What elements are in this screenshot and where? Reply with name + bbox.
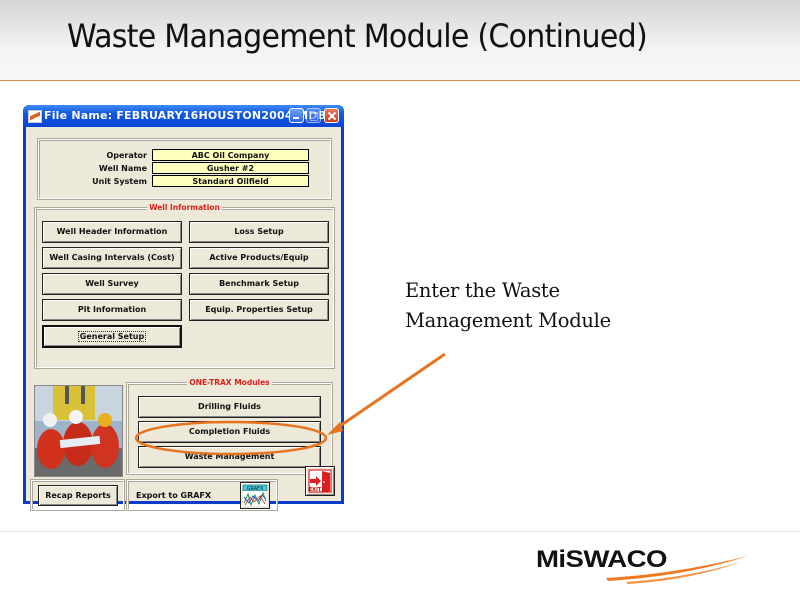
- well-information-group: Well Information Well Header Information…: [34, 203, 335, 369]
- operator-field: ABC Oil Company: [152, 149, 309, 161]
- annotation-line-2: Management Module: [405, 309, 611, 332]
- close-button[interactable]: [324, 108, 339, 123]
- window-client: Operator ABC Oil Company Well Name Gushe…: [26, 127, 341, 511]
- recap-reports-button[interactable]: Recap Reports: [38, 485, 118, 506]
- minimize-button[interactable]: [289, 108, 304, 123]
- annotation-line-1: Enter the Waste: [405, 279, 560, 302]
- callout-arrow-shaft: [336, 352, 446, 430]
- exit-icon-label: EXIT: [309, 487, 322, 493]
- well-information-title: Well Information: [147, 203, 222, 212]
- unit-system-label: Unit System: [92, 177, 147, 186]
- one-trax-modules-title: ONE-TRAX Modules: [187, 378, 272, 387]
- exit-button[interactable]: EXIT: [305, 466, 335, 496]
- logo-swoosh-icon: [606, 556, 748, 584]
- drilling-fluids-button[interactable]: Drilling Fluids: [138, 396, 321, 418]
- footer-divider: [0, 531, 800, 532]
- unit-system-field: Standard Oilfield: [152, 175, 309, 187]
- annotation-callout: Enter the Waste Management Module: [405, 276, 611, 336]
- recap-group: Recap Reports: [30, 479, 125, 511]
- grafx-chart-icon: GRAFX: [242, 484, 268, 507]
- completion-fluids-button[interactable]: Completion Fluids: [138, 421, 321, 443]
- maximize-button[interactable]: [306, 108, 321, 123]
- well-name-field: Gusher #2: [152, 162, 309, 174]
- pit-information-button[interactable]: Pit Information: [42, 299, 182, 321]
- well-casing-intervals-button[interactable]: Well Casing Intervals (Cost): [42, 247, 182, 269]
- benchmark-setup-button[interactable]: Benchmark Setup: [189, 273, 329, 295]
- window-title: File Name: FEBRUARY16HOUSTON2004.MDB: [44, 109, 327, 122]
- slide-title: Waste Management Module (Continued): [67, 17, 648, 55]
- well-name-label: Well Name: [98, 164, 147, 173]
- slide-header: Waste Management Module (Continued): [0, 0, 800, 81]
- active-products-equip-button[interactable]: Active Products/Equip: [189, 247, 329, 269]
- well-survey-button[interactable]: Well Survey: [42, 273, 182, 295]
- general-setup-button[interactable]: General Setup: [42, 325, 182, 348]
- general-setup-label: General Setup: [77, 331, 147, 342]
- export-group: Export to GRAFX GRAFX: [126, 479, 278, 511]
- app-icon: [28, 110, 42, 123]
- operator-label: Operator: [106, 151, 147, 160]
- crew-photo: [34, 385, 123, 477]
- loss-setup-button[interactable]: Loss Setup: [189, 221, 329, 243]
- well-info-summary: Operator ABC Oil Company Well Name Gushe…: [37, 138, 332, 200]
- waste-management-button[interactable]: Waste Management: [138, 446, 321, 468]
- one-trax-modules-group: ONE-TRAX Modules Drilling Fluids Complet…: [126, 378, 333, 475]
- grafx-export-button[interactable]: GRAFX: [240, 482, 270, 509]
- well-header-information-button[interactable]: Well Header Information: [42, 221, 182, 243]
- equip-properties-setup-button[interactable]: Equip. Properties Setup: [189, 299, 329, 321]
- exit-door-icon: EXIT: [308, 469, 332, 493]
- miswaco-logo: MiSWACO: [536, 546, 751, 586]
- application-window: File Name: FEBRUARY16HOUSTON2004.MDB Ope…: [23, 105, 344, 511]
- window-titlebar[interactable]: File Name: FEBRUARY16HOUSTON2004.MDB: [23, 105, 344, 127]
- export-to-grafx-label: Export to GRAFX: [136, 491, 212, 500]
